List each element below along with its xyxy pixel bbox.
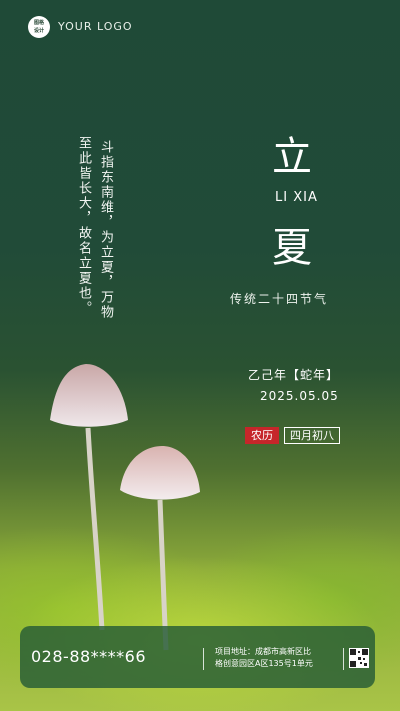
mushroom-illustration xyxy=(50,364,200,651)
poster: 图格设计 YOUR LOGO 斗指东南维，为立夏，万物 至此皆长大，故名立夏也。… xyxy=(0,0,400,711)
footer-divider xyxy=(203,648,204,670)
footer-divider-2 xyxy=(343,648,344,670)
lunar-day: 四月初八 xyxy=(284,427,340,444)
qr-code-icon xyxy=(349,648,369,668)
address-line-1: 项目地址：成都市高新区比 xyxy=(215,647,311,656)
phone-number: 028-88****66 xyxy=(31,647,147,666)
contact-footer: 028-88****66 项目地址：成都市高新区比 格创意园区A区135号1单元 xyxy=(20,626,375,688)
year-label: 乙己年【蛇年】 xyxy=(248,368,340,382)
lunar-tag: 农历 xyxy=(245,427,279,444)
project-address: 项目地址：成都市高新区比 格创意园区A区135号1单元 xyxy=(215,646,343,670)
address-line-2: 格创意园区A区135号1单元 xyxy=(215,659,313,668)
date-label: 2025.05.05 xyxy=(260,389,339,403)
